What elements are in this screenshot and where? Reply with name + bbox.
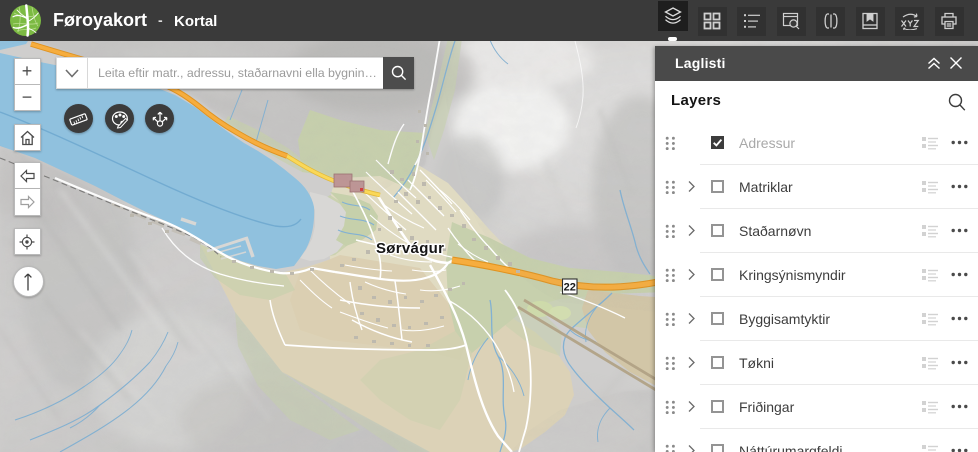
svg-text:Sørvágur: Sørvágur — [376, 240, 444, 257]
svg-text:22: 22 — [564, 282, 576, 294]
